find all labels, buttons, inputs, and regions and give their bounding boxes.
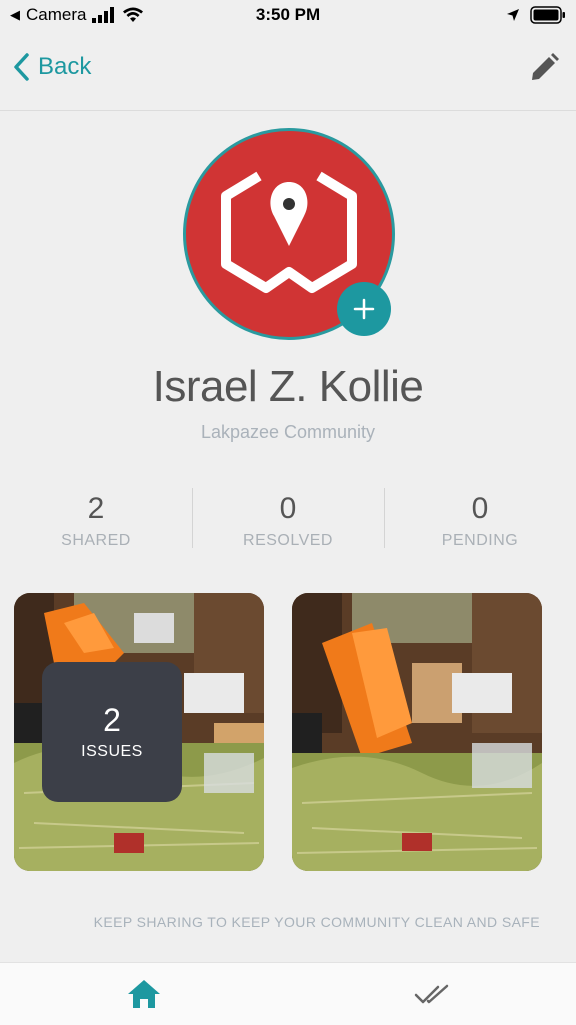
logo-hexagon-pin-icon <box>221 171 357 293</box>
stat-resolved-value: 0 <box>279 492 297 525</box>
back-triangle-icon: ◀ <box>10 7 20 22</box>
back-button[interactable]: Back <box>12 52 91 82</box>
status-back-app-label: Camera <box>26 5 87 24</box>
signal-icon <box>92 7 115 23</box>
wifi-icon <box>123 7 144 22</box>
add-photo-button[interactable] <box>337 282 391 336</box>
pencil-icon <box>532 53 559 80</box>
edit-button[interactable] <box>528 52 560 84</box>
tab-resolved[interactable] <box>288 963 576 1025</box>
garbage-photo-image <box>292 593 542 871</box>
double-check-icon <box>414 984 449 1004</box>
stat-shared-value: 2 <box>87 492 105 525</box>
nav-bar: Back <box>0 30 576 111</box>
location-arrow-icon <box>507 9 519 21</box>
status-back-app[interactable]: ◀ Camera <box>0 5 144 25</box>
battery-icon <box>530 6 565 24</box>
stat-shared-label: SHARED <box>61 532 131 549</box>
home-icon <box>128 980 160 1008</box>
issues-count-badge[interactable]: 2 ISSUES <box>42 662 182 802</box>
issues-count: 2 <box>103 702 121 738</box>
issue-photo-2[interactable] <box>292 593 542 871</box>
chevron-left-icon <box>14 53 29 81</box>
avatar-container <box>183 128 395 340</box>
issues-label: ISSUES <box>81 743 143 760</box>
plus-icon <box>353 298 375 320</box>
stat-pending-value: 0 <box>471 492 489 525</box>
footer-tagline: KEEP SHARING TO KEEP YOUR COMMUNITY CLEA… <box>93 914 540 930</box>
back-label: Back <box>38 53 92 80</box>
tab-home[interactable] <box>0 963 288 1025</box>
tab-bar <box>0 962 576 1025</box>
stat-shared[interactable]: 2 SHARED <box>0 488 192 549</box>
stat-pending-label: PENDING <box>441 532 519 549</box>
profile-community: Lakpazee Community <box>200 422 376 442</box>
stats-row: 2 SHARED 0 RESOLVED 0 PENDING <box>0 488 576 549</box>
stat-resolved-label: RESOLVED <box>243 532 333 549</box>
profile-name: Israel Z. Kollie <box>152 362 424 411</box>
stat-resolved[interactable]: 0 RESOLVED <box>192 488 384 549</box>
status-bar: ◀ Camera 3:50 PM <box>0 0 576 30</box>
stat-pending[interactable]: 0 PENDING <box>384 488 576 549</box>
